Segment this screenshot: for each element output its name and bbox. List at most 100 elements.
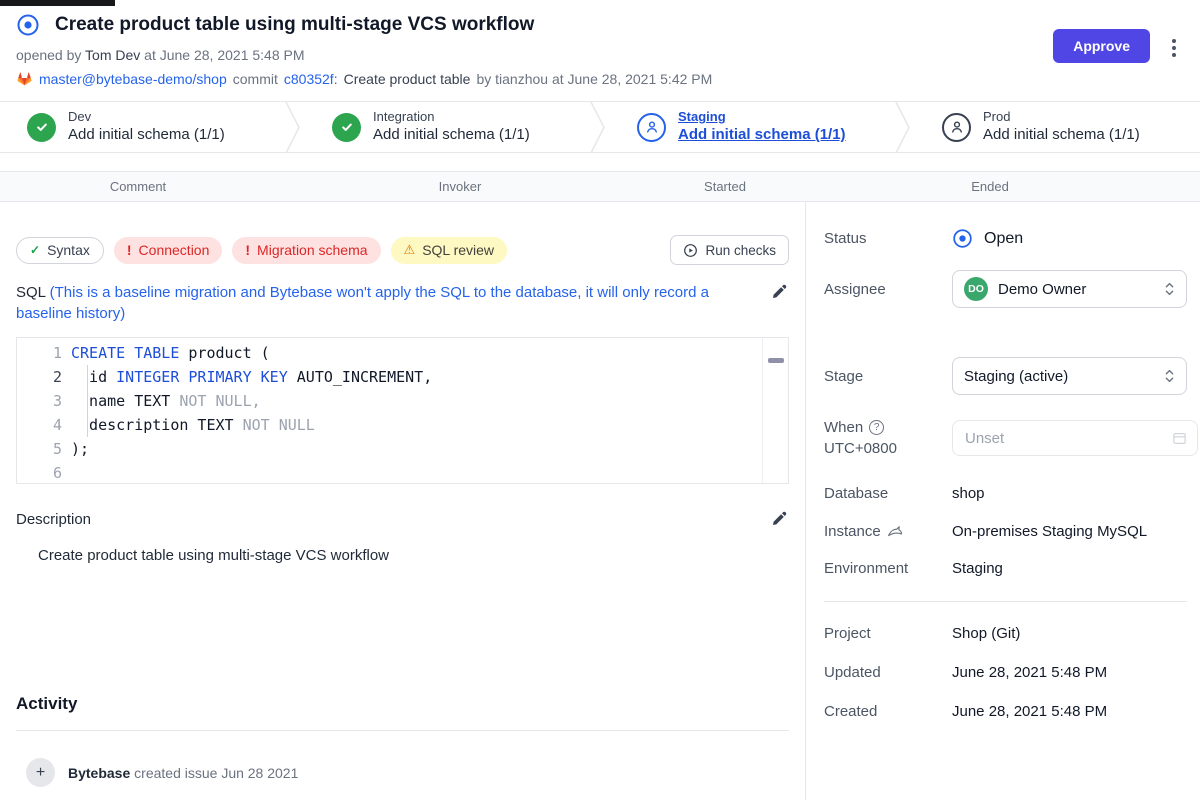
stage-staging[interactable]: StagingAdd initial schema (1/1)	[610, 102, 895, 152]
kebab-menu-icon[interactable]	[1168, 32, 1180, 64]
description-header: Description	[16, 509, 789, 529]
stage-dev[interactable]: DevAdd initial schema (1/1)	[0, 102, 285, 152]
badge-label: Syntax	[47, 242, 90, 258]
help-icon[interactable]	[869, 420, 884, 435]
branch-repo-link[interactable]: master@bytebase-demo/shop	[39, 71, 227, 87]
line-number: 1	[17, 341, 71, 365]
check-badges-row: ✓ Syntax! Connection !Migration schema ⚠ SQL …	[16, 235, 789, 265]
line-number: 4	[17, 413, 71, 437]
activity-heading: Activity	[16, 694, 789, 714]
person-circle-icon	[637, 113, 666, 142]
stage-separator-icon	[285, 102, 305, 152]
badge-label: SQL review	[422, 242, 494, 258]
run-checks-button[interactable]: Run checks	[670, 235, 789, 265]
assignee-row: Assignee DO Demo Owner	[824, 270, 1187, 308]
line-number: 6	[17, 461, 71, 484]
stage-name: Integration	[373, 109, 530, 125]
assignee-select[interactable]: DO Demo Owner	[952, 270, 1187, 308]
when-date-input[interactable]	[963, 429, 1166, 448]
stage-prod[interactable]: ProdAdd initial schema (1/1)	[915, 102, 1200, 152]
code-line: 3 name TEXT NOT NULL,	[17, 389, 788, 413]
gitlab-icon	[16, 70, 33, 87]
approve-button[interactable]: Approve	[1053, 29, 1150, 63]
issue-page: Create product table using multi-stage V…	[0, 0, 1200, 800]
check-badge-connection[interactable]: ! Connection	[114, 237, 223, 264]
mysql-dolphin-icon	[887, 524, 903, 540]
stage-select[interactable]: Staging (active)	[952, 357, 1187, 395]
avatar: DO	[964, 277, 988, 301]
scrollbar-thumb[interactable]	[768, 358, 784, 363]
main-column: ✓ Syntax! Connection !Migration schema ⚠ SQL …	[0, 202, 805, 800]
check-badge-migration-schema[interactable]: !Migration schema	[232, 237, 380, 264]
line-number: 2	[17, 365, 71, 389]
issue-header: Create product table using multi-stage V…	[0, 0, 1200, 87]
stage-name: Staging	[678, 109, 846, 125]
column-header-started: Started	[644, 179, 806, 194]
badge-label: Migration schema	[257, 242, 368, 258]
when-row: When UTC+0800	[824, 417, 1187, 459]
created-row: Created June 28, 2021 5:48 PM	[824, 703, 1187, 720]
opened-by-user: Tom Dev	[85, 47, 140, 63]
project-label: Project	[824, 625, 952, 642]
check-circle-icon	[27, 113, 56, 142]
warning-triangle-icon: ⚠	[404, 242, 416, 258]
database-label: Database	[824, 485, 952, 502]
assignee-value: Demo Owner	[998, 281, 1086, 298]
when-date-field	[952, 420, 1198, 456]
stage-separator-icon	[590, 102, 610, 152]
stage-task-link[interactable]: Add initial schema (1/1)	[68, 126, 225, 145]
instance-value: On-premises Staging MySQL	[952, 523, 1187, 540]
commit-message: Create product table	[344, 71, 471, 87]
exclamation-icon: !	[127, 242, 132, 258]
status-label: Status	[824, 230, 952, 247]
stage-task-link[interactable]: Add initial schema (1/1)	[678, 126, 846, 145]
sql-editor[interactable]: 1CREATE TABLE product (2 id INTEGER PRIM…	[16, 337, 789, 484]
stage-integration[interactable]: IntegrationAdd initial schema (1/1)	[305, 102, 590, 152]
stage-pipeline: DevAdd initial schema (1/1)IntegrationAd…	[0, 101, 1200, 153]
assignee-label: Assignee	[824, 281, 952, 298]
edit-sql-button[interactable]	[769, 282, 789, 302]
badge-label: Connection	[139, 242, 210, 258]
project-value: Shop (Git)	[952, 625, 1187, 642]
stage-task-link[interactable]: Add initial schema (1/1)	[983, 126, 1140, 145]
indent-guide	[87, 365, 88, 437]
check-icon: ✓	[30, 243, 40, 257]
stage-task-link[interactable]: Add initial schema (1/1)	[373, 126, 530, 145]
updated-row: Updated June 28, 2021 5:48 PM	[824, 664, 1187, 681]
instance-row: Instance On-premises Staging MySQL	[824, 523, 1187, 540]
database-value: shop	[952, 485, 1187, 502]
opened-at: at June 28, 2021 5:48 PM	[144, 47, 304, 63]
edit-description-button[interactable]	[769, 509, 789, 529]
status-open-icon	[952, 228, 973, 249]
divider	[824, 601, 1187, 602]
code-line: 2 id INTEGER PRIMARY KEY AUTO_INCREMENT,	[17, 365, 788, 389]
code-line: 4 description TEXT NOT NULL	[17, 413, 788, 437]
commit-word: commit	[233, 71, 278, 87]
editor-scrollbar[interactable]	[762, 338, 788, 483]
created-value: June 28, 2021 5:48 PM	[952, 703, 1187, 720]
stage-name: Dev	[68, 109, 225, 125]
created-label: Created	[824, 703, 952, 720]
code-line: 1CREATE TABLE product (	[17, 341, 788, 365]
run-checks-label: Run checks	[705, 243, 776, 258]
check-badge-sql-review[interactable]: ⚠ SQL review	[391, 237, 508, 264]
check-badge-syntax[interactable]: ✓ Syntax	[16, 237, 104, 264]
project-row: Project Shop (Git)	[824, 625, 1187, 642]
divider	[16, 730, 789, 731]
description-label: Description	[16, 511, 769, 528]
task-table-header: CommentInvokerStartedEnded	[0, 171, 1200, 202]
commit-byline: by tianzhou at June 28, 2021 5:42 PM	[476, 71, 712, 87]
commit-hash-link[interactable]: c80352f:	[284, 71, 338, 87]
column-header-ended: Ended	[806, 179, 1174, 194]
stage-row: Stage Staging (active)	[824, 357, 1187, 395]
code-line: 6	[17, 461, 788, 484]
instance-label: Instance	[824, 523, 881, 540]
code-line: 5);	[17, 437, 788, 461]
sql-baseline-note: (This is a baseline migration and Byteba…	[16, 284, 709, 322]
activity-item: +Bytebase created issue Jun 28 2021	[16, 758, 789, 787]
line-number: 3	[17, 389, 71, 413]
environment-label: Environment	[824, 560, 952, 577]
when-timezone: UTC+0800	[824, 440, 897, 457]
code-text: );	[71, 437, 89, 461]
issue-sidebar: Status Open Assignee DO Demo Owner	[805, 202, 1200, 800]
